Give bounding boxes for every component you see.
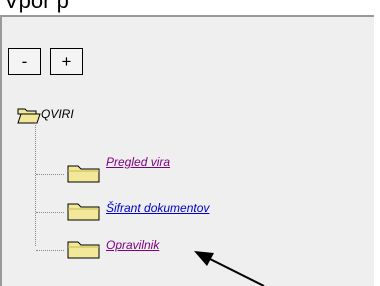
arrow-pointer-icon <box>194 251 265 286</box>
